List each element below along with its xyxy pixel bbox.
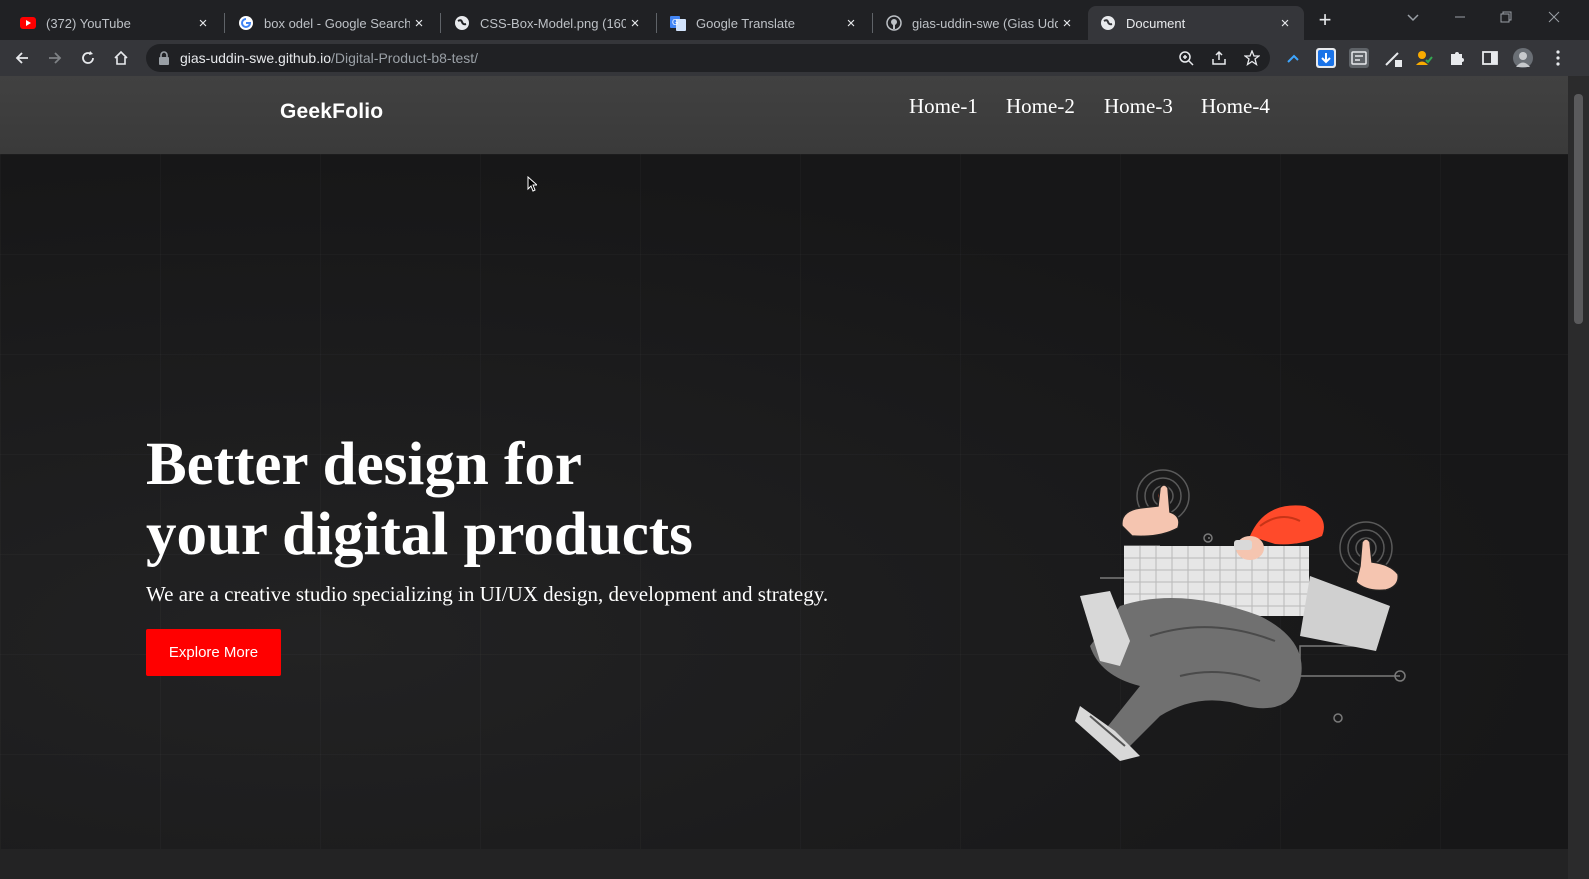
translate-icon: G [670, 15, 686, 31]
close-tab-icon[interactable]: × [842, 14, 860, 32]
tab-title: CSS-Box-Model.png (1600 [480, 15, 626, 31]
extensions-puzzle-icon[interactable] [1447, 48, 1467, 68]
hero-title-line-2: your digital products [146, 501, 693, 568]
globe-icon [454, 15, 470, 31]
nav-home-3[interactable]: Home-3 [1104, 94, 1173, 119]
hero-section: Better design for your digital products … [0, 154, 1568, 849]
close-tab-icon[interactable]: × [1058, 14, 1076, 32]
close-tab-icon[interactable]: × [1276, 14, 1294, 32]
user-check-extension-icon[interactable] [1414, 48, 1434, 68]
menu-kebab-icon[interactable] [1548, 48, 1568, 68]
nav-home-1[interactable]: Home-1 [909, 94, 978, 119]
github-icon [886, 15, 902, 31]
url-path: /Digital-Product-b8-test/ [330, 50, 479, 66]
svg-text:G: G [672, 18, 678, 27]
explore-more-button[interactable]: Explore More [146, 629, 281, 676]
tab-title: (372) YouTube [46, 15, 131, 31]
share-icon[interactable] [1207, 46, 1231, 70]
side-panel-icon[interactable] [1480, 48, 1500, 68]
tab-extension-icon[interactable] [1349, 48, 1369, 68]
tab-google-translate[interactable]: G Google Translate × [658, 6, 870, 40]
globe-icon [1100, 15, 1116, 31]
url-host: gias-uddin-swe.github.io [180, 50, 331, 66]
tab-separator [872, 13, 873, 33]
browser-toolbar: gias-uddin-swe.github.io/Digital-Product… [0, 40, 1589, 76]
tab-github[interactable]: gias-uddin-swe (Gias Uddin × [874, 6, 1086, 40]
tab-title: Google Translate [696, 15, 796, 31]
google-icon [238, 15, 254, 31]
tab-title: Document [1126, 15, 1186, 31]
page-bottom-strip [0, 849, 1568, 879]
tab-separator [224, 13, 225, 33]
bookmark-star-icon[interactable] [1240, 46, 1264, 70]
hero-subtitle: We are a creative studio specializing in… [146, 582, 829, 606]
back-icon[interactable] [10, 46, 34, 70]
extension-icon[interactable] [1284, 48, 1304, 68]
new-tab-button[interactable]: + [1314, 9, 1336, 32]
nav-home-2[interactable]: Home-2 [1006, 94, 1075, 119]
tab-separator [440, 13, 441, 33]
minimize-icon[interactable] [1454, 10, 1466, 26]
page-scrollbar[interactable] [1568, 76, 1589, 879]
url-text[interactable]: gias-uddin-swe.github.io/Digital-Product… [180, 50, 478, 66]
profile-avatar[interactable] [1513, 48, 1533, 68]
hero-illustration [1060, 466, 1430, 786]
close-tab-icon[interactable]: × [410, 14, 428, 32]
scrollbar-thumb[interactable] [1574, 94, 1583, 324]
nav-home-4[interactable]: Home-4 [1201, 94, 1270, 119]
youtube-icon [20, 15, 36, 31]
tab-document[interactable]: Document × [1088, 6, 1304, 40]
restore-icon[interactable] [1500, 10, 1512, 26]
hero-title: Better design for your digital products [146, 430, 693, 570]
pen-extension-icon[interactable] [1383, 48, 1403, 68]
browser-tab-strip: (372) YouTube × box odel - Google Search… [0, 0, 1589, 40]
close-tab-icon[interactable]: × [194, 14, 212, 32]
lock-icon[interactable] [158, 51, 170, 65]
tab-title: box odel - Google Search [264, 15, 410, 31]
site-header: GeekFolio Home-1 Home-2 Home-3 Home-4 [0, 76, 1568, 154]
tab-separator [656, 13, 657, 33]
tab-title: gias-uddin-swe (Gias Uddin [912, 15, 1058, 31]
tab-youtube[interactable]: (372) YouTube × [8, 6, 222, 40]
page-viewport: GeekFolio Home-1 Home-2 Home-3 Home-4 Be… [0, 76, 1568, 879]
mouse-cursor-icon [527, 176, 537, 192]
home-icon[interactable] [109, 46, 133, 70]
download-extension-icon[interactable] [1316, 48, 1336, 68]
tab-search-icon[interactable] [1406, 10, 1420, 26]
site-logo[interactable]: GeekFolio [280, 100, 383, 124]
reload-icon[interactable] [76, 46, 100, 70]
close-tab-icon[interactable]: × [626, 14, 644, 32]
tab-google-search[interactable]: box odel - Google Search × [226, 6, 438, 40]
forward-icon[interactable] [43, 46, 67, 70]
close-window-icon[interactable] [1548, 10, 1560, 26]
address-bar[interactable]: gias-uddin-swe.github.io/Digital-Product… [146, 44, 1270, 72]
hero-title-line-1: Better design for [146, 431, 582, 498]
tab-css-box-model[interactable]: CSS-Box-Model.png (1600 × [442, 6, 654, 40]
zoom-icon[interactable] [1174, 46, 1198, 70]
